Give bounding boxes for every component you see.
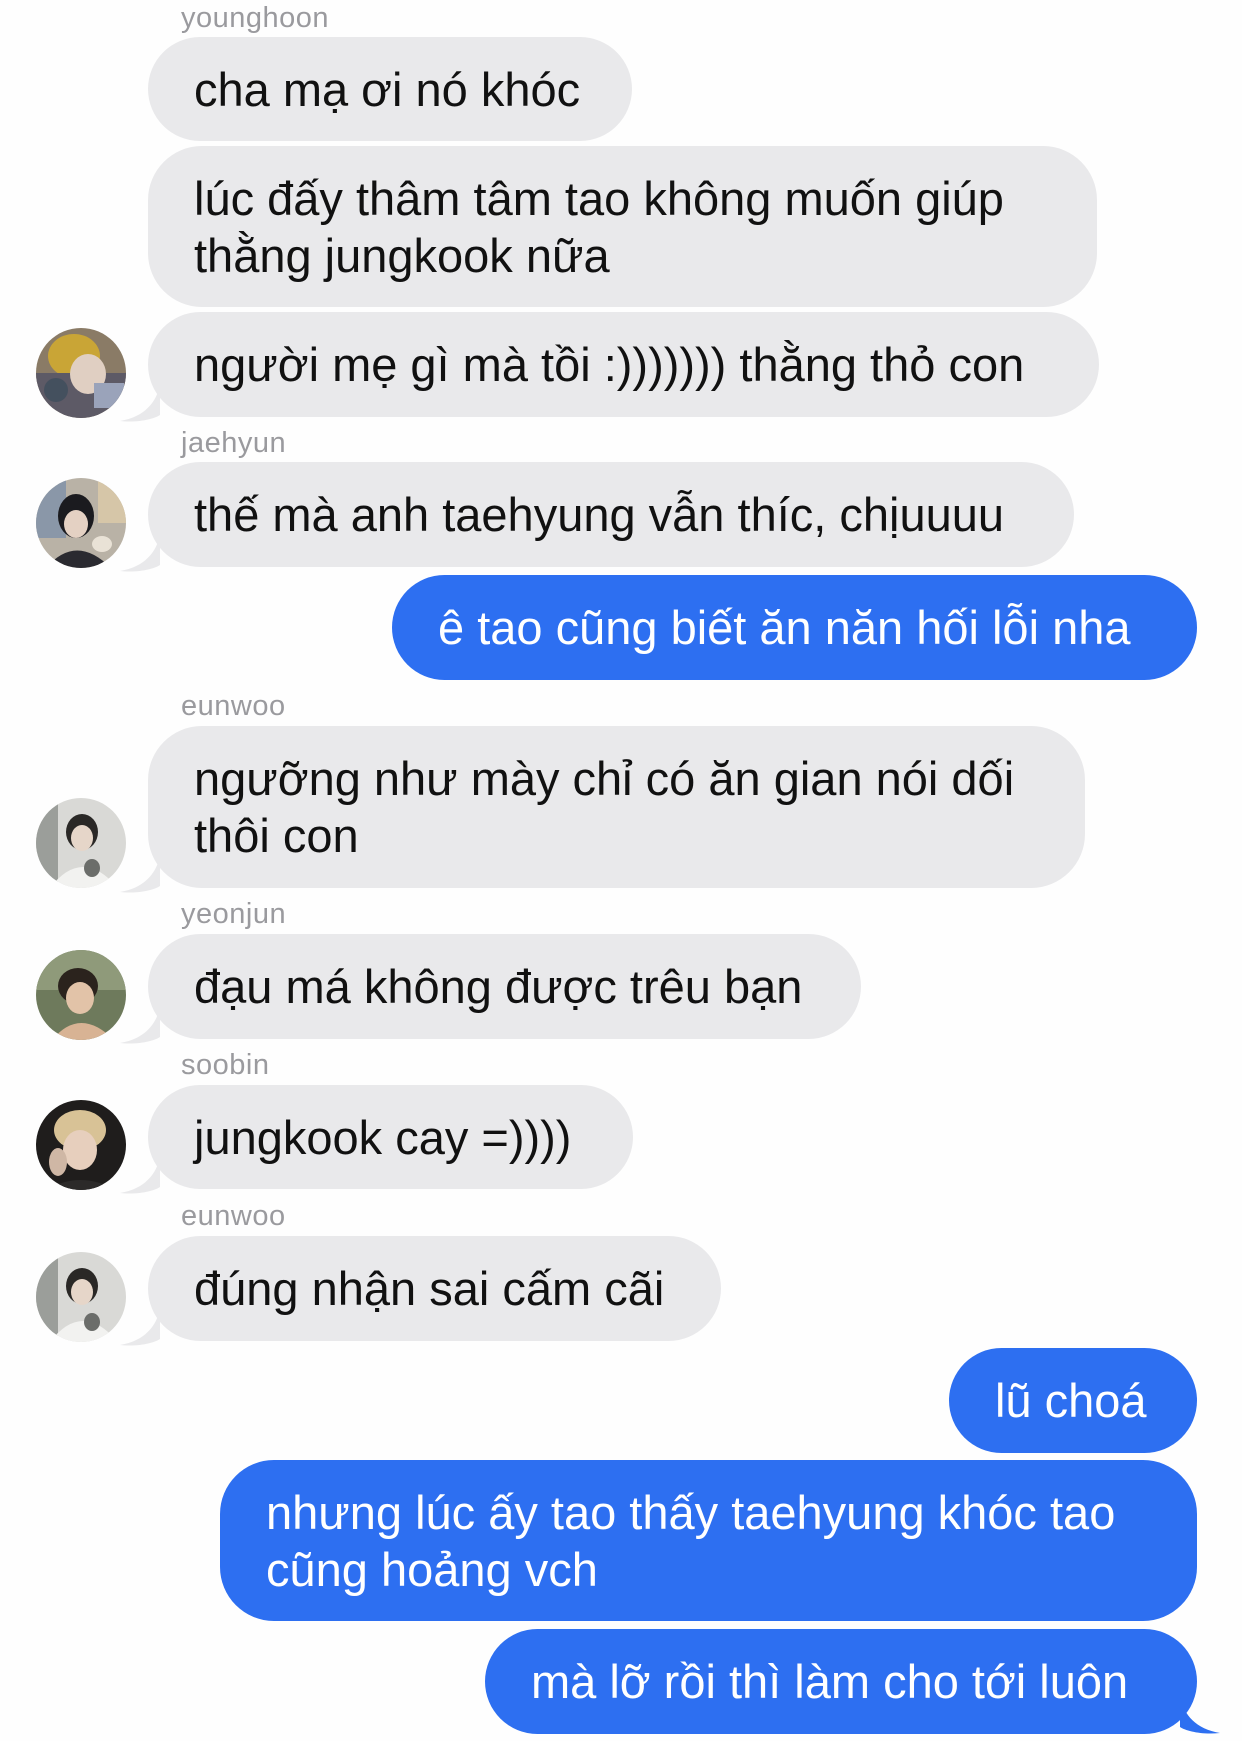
sender-name: younghoon	[181, 2, 330, 34]
bubble-tail	[120, 535, 160, 572]
sender-name: eunwoo	[181, 1200, 286, 1232]
message-bubble-incoming[interactable]: thế mà anh taehyung vẫn thíc, chịuuuu	[148, 462, 1074, 567]
message-text: jungkook cay =))))	[194, 1110, 572, 1164]
sender-name: soobin	[181, 1049, 270, 1081]
sender-name: eunwoo	[181, 690, 286, 722]
message-bubble-outgoing[interactable]: ê tao cũng biết ăn năn hối lỗi nha	[392, 575, 1197, 680]
message-text: thế mà anh taehyung vẫn thíc, chịuuuu	[194, 488, 1005, 541]
profile-photo-icon	[36, 950, 126, 1040]
message-bubble-incoming[interactable]: ngưỡng như mày chỉ có ăn gian nói dối th…	[148, 726, 1085, 888]
message-text: lũ choá	[995, 1374, 1147, 1427]
avatar-younghoon[interactable]	[36, 328, 126, 418]
avatar-yeonjun[interactable]	[36, 950, 126, 1040]
message-bubble-outgoing[interactable]: nhưng lúc ấy tao thấy taehyung khóc tao …	[220, 1460, 1197, 1621]
message-bubble-incoming[interactable]: đúng nhận sai cấm cãi	[148, 1236, 721, 1341]
sender-name: jaehyun	[181, 427, 287, 459]
message-bubble-incoming[interactable]: lúc đấy thâm tâm tao không muốn giúp thằ…	[148, 146, 1097, 307]
message-text: người mẹ gì mà tồi :))))))) thằng thỏ co…	[194, 338, 1025, 391]
message-bubble-incoming[interactable]: người mẹ gì mà tồi :))))))) thằng thỏ co…	[148, 312, 1099, 417]
bubble-tail	[120, 1309, 160, 1346]
message-text: mà lỡ rồi thì làm cho tới luôn	[531, 1655, 1129, 1708]
message-text: đúng nhận sai cấm cãi	[194, 1262, 665, 1315]
message-text: ê tao cũng biết ăn năn hối lỗi nha	[438, 601, 1131, 654]
profile-photo-icon	[36, 1100, 126, 1190]
bubble-tail	[120, 1007, 160, 1044]
profile-photo-icon	[36, 1252, 126, 1342]
avatar-eunwoo[interactable]	[36, 1252, 126, 1342]
bubble-tail	[1180, 1697, 1220, 1734]
bubble-tail	[120, 385, 160, 422]
message-text: đạu má không được trêu bạn	[194, 960, 803, 1013]
message-bubble-incoming[interactable]: cha mạ ơi nó khóc	[148, 37, 632, 141]
bubble-tail	[120, 856, 160, 893]
message-text: nhưng lúc ấy tao thấy taehyung khóc tao …	[266, 1485, 1116, 1596]
message-text: cha mạ ơi nó khóc	[194, 62, 581, 116]
chat-transcript: younghoon cha mạ ơi nó khóc lúc đấy thâm…	[0, 0, 1242, 1741]
message-bubble-incoming[interactable]: đạu má không được trêu bạn	[148, 934, 861, 1039]
message-bubble-outgoing[interactable]: mà lỡ rồi thì làm cho tới luôn	[485, 1629, 1197, 1734]
avatar-jaehyun[interactable]	[36, 478, 126, 568]
message-bubble-incoming[interactable]: jungkook cay =))))	[148, 1085, 633, 1189]
profile-photo-icon	[36, 328, 126, 418]
profile-photo-icon	[36, 478, 126, 568]
message-text: lúc đấy thâm tâm tao không muốn giúp thằ…	[194, 171, 1004, 282]
avatar-eunwoo[interactable]	[36, 798, 126, 888]
bubble-tail	[120, 1157, 160, 1194]
message-text: ngưỡng như mày chỉ có ăn gian nói dối th…	[194, 752, 1015, 862]
message-bubble-outgoing[interactable]: lũ choá	[949, 1348, 1197, 1453]
profile-photo-icon	[36, 798, 126, 888]
sender-name: yeonjun	[181, 898, 287, 930]
avatar-soobin[interactable]	[36, 1100, 126, 1190]
